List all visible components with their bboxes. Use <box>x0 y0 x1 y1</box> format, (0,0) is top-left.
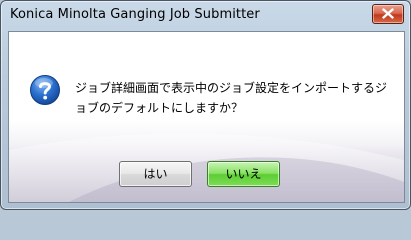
close-icon <box>382 8 394 19</box>
window-title: Konica Minolta Ganging Job Submitter <box>10 7 260 22</box>
dialog-window: Konica Minolta Ganging Job Submitter ジョブ… <box>0 0 411 210</box>
dialog-message: ジョブ詳細画面で表示中のジョブ設定をインポートするジョブのデフォルトにしますか？ <box>75 81 388 115</box>
yes-button[interactable]: はい <box>119 161 192 187</box>
dialog-content: ジョブ詳細画面で表示中のジョブ設定をインポートするジョブのデフォルトにしますか？… <box>8 31 405 203</box>
title-bar[interactable]: Konica Minolta Ganging Job Submitter <box>1 1 410 29</box>
close-button[interactable] <box>372 4 404 24</box>
question-icon <box>30 75 60 105</box>
no-button[interactable]: いいえ <box>207 161 280 187</box>
